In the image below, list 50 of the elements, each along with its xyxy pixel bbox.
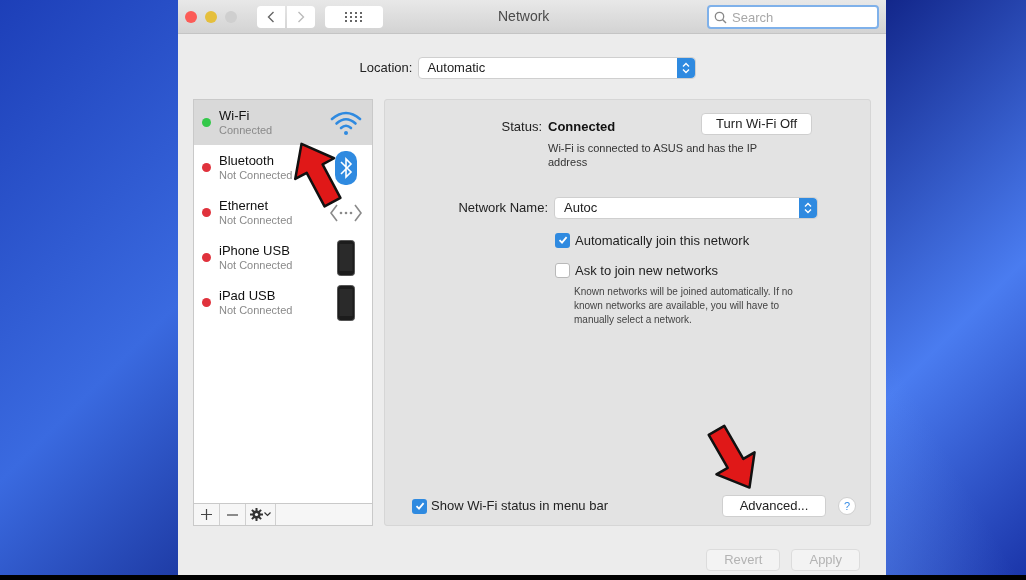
window-title: Network [498,7,550,26]
service-status: Not Connected [219,167,293,183]
minus-icon [227,513,238,516]
service-item[interactable]: Wi-Fi Connected [194,100,372,145]
join-note: Known networks will be joined automatically. If no known networks are available, you will have to manually select a network. [574,284,794,327]
checkbox[interactable] [555,232,570,248]
help-button[interactable]: ? [838,497,856,515]
checkmark-icon [557,235,568,246]
network-name-select[interactable]: Autoc [554,196,818,219]
back-button[interactable] [257,5,285,28]
status-label: Status: [500,118,543,136]
status-description: Wi-Fi is connected to ASUS and has the IP address [548,140,758,169]
service-status: Not Connected [219,212,293,228]
service-status: Not Connected [219,257,293,273]
close-icon[interactable] [185,10,197,23]
checkbox[interactable] [412,498,427,514]
option-label: Automatically join this network [575,231,750,250]
search-field[interactable]: Search [707,5,879,29]
location-label: Location: [359,59,413,78]
show-all-button[interactable] [325,5,383,28]
service-status: Connected [219,122,273,138]
phone-icon [337,239,355,276]
turn-wifi-off-button[interactable]: Turn Wi-Fi Off [701,112,812,135]
service-name: iPad USB [219,287,277,303]
service-name: iPhone USB [219,242,291,258]
advanced-button[interactable]: Advanced... [722,495,826,517]
stepper-icon [799,197,817,218]
location-select[interactable]: Automatic [418,57,697,79]
status-value: Connected [548,118,616,136]
chevron-right-icon [297,10,305,23]
ethernet-icon [329,202,363,223]
option-label: Ask to join new networks [575,262,719,280]
chevron-left-icon [267,10,275,23]
checkmark-icon [414,501,425,511]
caret-icon [264,512,271,517]
service-name: Bluetooth [219,152,275,168]
gear-icon [250,508,263,521]
network-name-label: Network Name: [457,198,549,217]
grid-icon [345,11,363,22]
plus-icon [201,509,212,520]
bluetooth-icon [335,150,357,185]
service-status: Not Connected [219,302,293,318]
search-icon [714,10,727,24]
stepper-icon [677,58,696,78]
checkbox[interactable] [555,263,570,279]
phone-icon [337,284,355,321]
service-name: Wi-Fi [219,107,251,123]
wifi-icon [330,109,362,136]
service-name: Ethernet [219,197,270,213]
show-status-label: Show Wi-Fi status in menu bar [431,497,608,516]
